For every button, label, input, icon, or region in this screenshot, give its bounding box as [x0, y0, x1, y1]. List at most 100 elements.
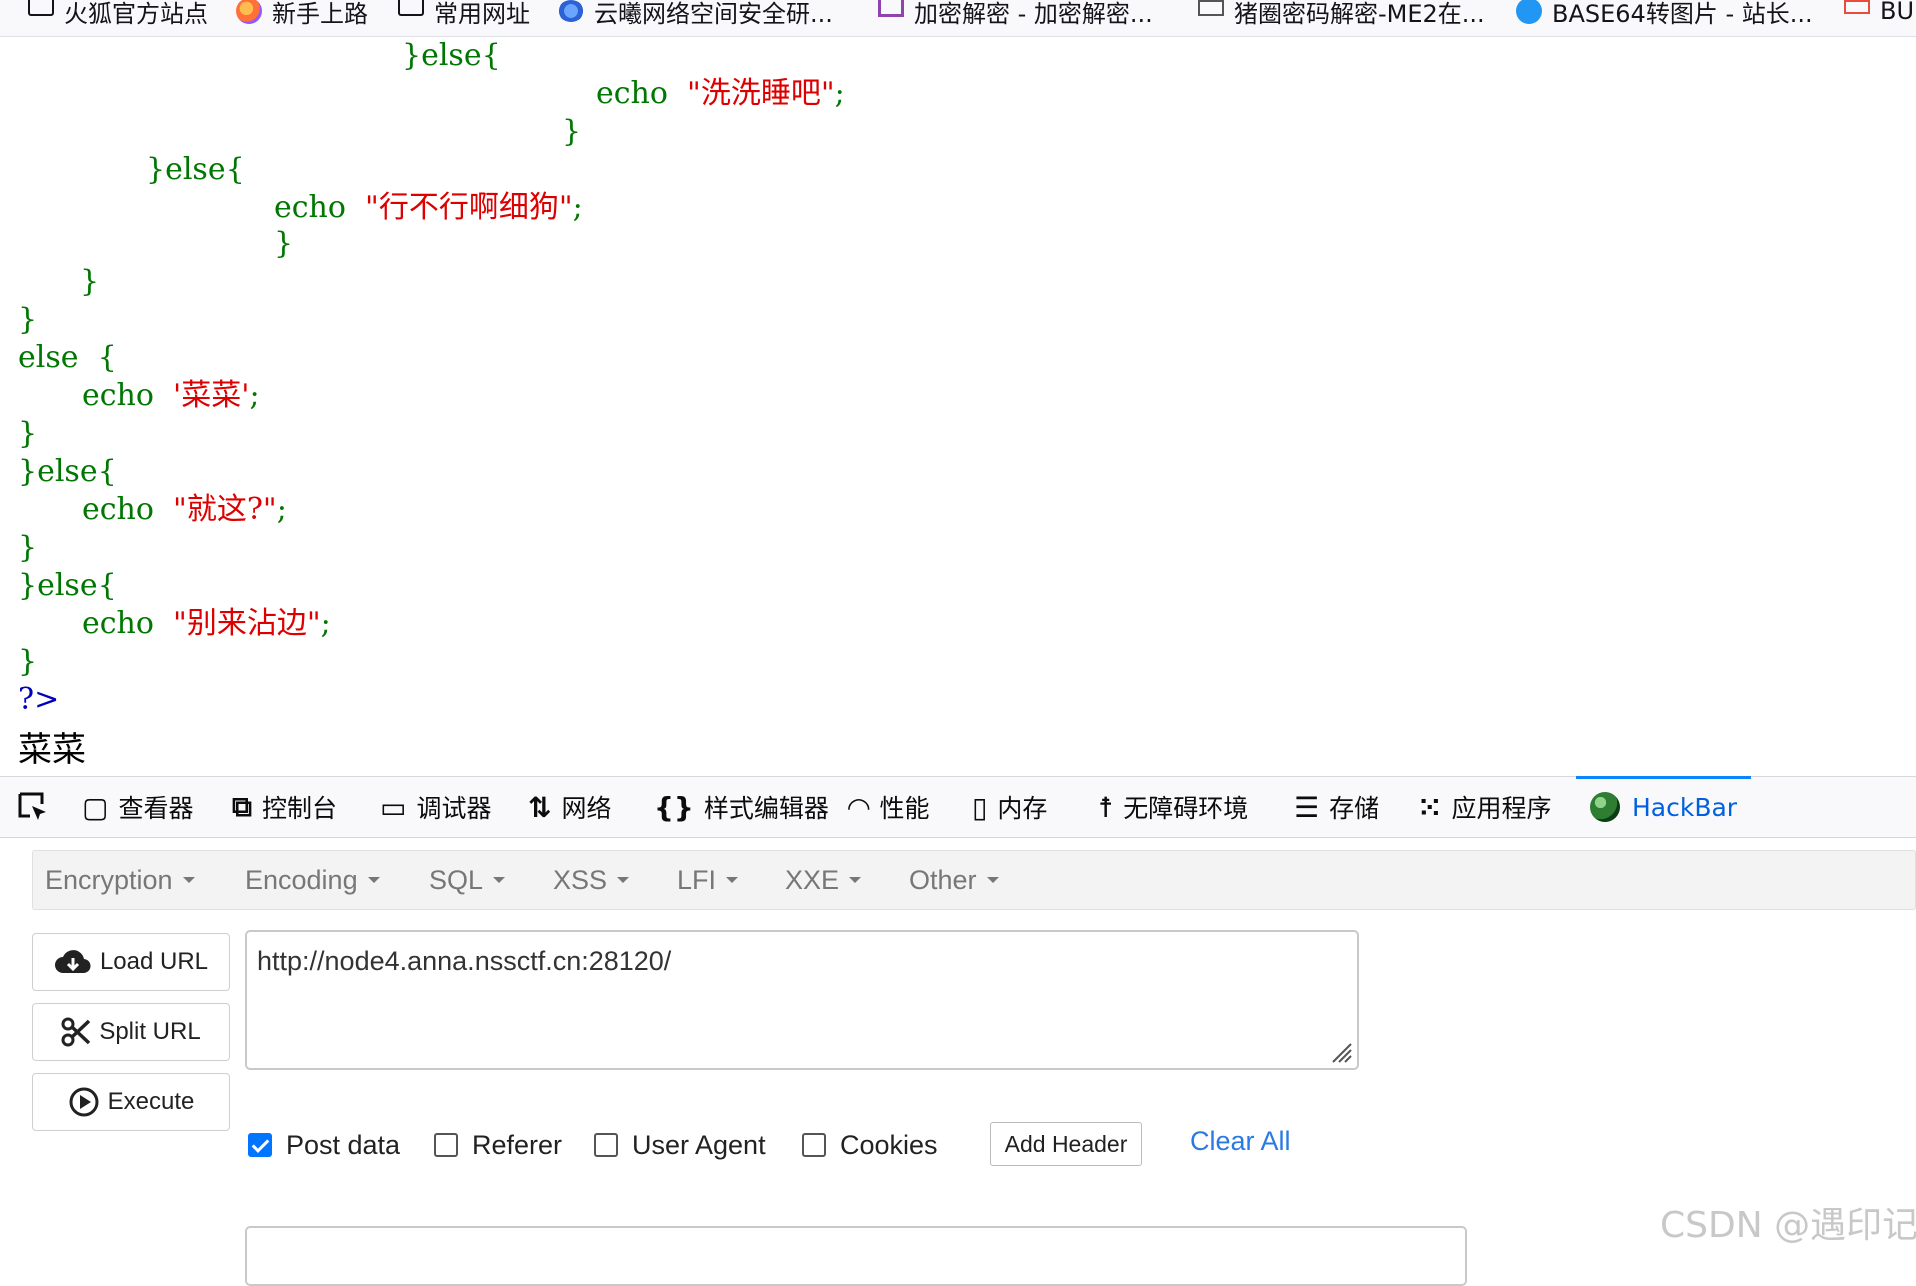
storage-icon: ☰ — [1294, 790, 1320, 824]
post-data-option[interactable]: Post data — [248, 1128, 400, 1162]
bookmark-label: 火狐官方站点 — [64, 0, 208, 28]
menu-label: XXE — [785, 864, 840, 895]
tab-network[interactable]: ⇅ 网络 — [528, 777, 611, 837]
button-label: Split URL — [99, 1018, 201, 1045]
bookmark-item[interactable]: 火狐官方站点 — [28, 0, 208, 28]
url-input[interactable]: http://node4.anna.nssctf.cn:28120/ — [245, 930, 1359, 1070]
bookmark-item[interactable]: 常用网址 — [398, 0, 530, 28]
referer-checkbox[interactable] — [434, 1133, 458, 1157]
bookmark-item[interactable]: 加密解密 - 加密解密... — [878, 0, 1153, 28]
code-line: } — [562, 114, 582, 149]
user-agent-option[interactable]: User Agent — [594, 1128, 766, 1162]
tab-accessibility[interactable]: ☨ 无障碍环境 — [1098, 777, 1248, 837]
menu-other[interactable]: Other — [909, 851, 999, 909]
menu-label: LFI — [677, 864, 717, 895]
code-line: echo "别来沾边"; — [82, 606, 331, 641]
bookmark-label: 加密解密 - 加密解密... — [914, 0, 1153, 28]
tab-storage[interactable]: ☰ 存储 — [1294, 777, 1379, 837]
cloud-logo-icon — [558, 0, 584, 22]
code-line: } — [18, 530, 38, 565]
tab-inspector[interactable]: ▢ 查看器 — [82, 777, 193, 837]
mail-icon — [1198, 0, 1224, 16]
style-editor-icon: {} — [654, 790, 694, 824]
execute-button[interactable]: Execute — [32, 1073, 230, 1131]
bookmark-item[interactable]: 猪圈密码解密-ME2在... — [1198, 0, 1485, 28]
tab-label: 无障碍环境 — [1123, 794, 1249, 823]
url-value: http://node4.anna.nssctf.cn:28120/ — [257, 946, 672, 976]
php-close-tag: ?> — [18, 682, 60, 717]
folder-icon — [28, 0, 54, 16]
user-agent-checkbox[interactable] — [594, 1133, 618, 1157]
tab-label: 调试器 — [416, 794, 492, 823]
code-line: } — [18, 302, 38, 337]
button-label: Load URL — [99, 948, 209, 975]
tab-label: 查看器 — [118, 794, 194, 823]
application-icon: ⁙ — [1418, 790, 1442, 824]
hackbar-menu: Encryption Encoding SQL XSS LFI XXE Othe… — [32, 850, 1916, 910]
tab-label: 控制台 — [262, 794, 338, 823]
tab-label: 存储 — [1329, 794, 1380, 823]
menu-xss[interactable]: XSS — [553, 851, 630, 909]
page-output-text: 菜菜 — [18, 730, 86, 770]
code-line: echo "洗洗睡吧"; — [596, 76, 845, 111]
load-url-button[interactable]: Load URL — [32, 933, 230, 991]
caret-down-icon — [986, 877, 999, 883]
element-picker-icon — [18, 792, 46, 820]
code-line: }else{ — [18, 454, 117, 489]
debugger-icon: ▭ — [380, 790, 407, 824]
bolt-icon — [1516, 0, 1542, 24]
bookmark-item[interactable]: 云曦网络空间安全研... — [558, 0, 833, 28]
option-label: User Agent — [632, 1129, 766, 1160]
bookmark-label: 新手上路 — [272, 0, 368, 28]
tab-hackbar[interactable]: HackBar — [1575, 776, 1752, 837]
caret-down-icon — [726, 877, 739, 883]
menu-xxe[interactable]: XXE — [785, 851, 862, 909]
hackbar-icon — [1590, 792, 1620, 822]
tab-application[interactable]: ⁙ 应用程序 — [1418, 777, 1551, 837]
red-site-icon — [1844, 0, 1870, 14]
split-url-button[interactable]: Split URL — [32, 1003, 230, 1061]
tab-label: 样式编辑器 — [703, 794, 829, 823]
tab-label: 内存 — [997, 794, 1048, 823]
bookmark-label: 云曦网络空间安全研... — [594, 0, 833, 28]
tab-label: 应用程序 — [1451, 794, 1552, 823]
caret-down-icon — [849, 877, 862, 883]
menu-label: Encoding — [245, 864, 358, 895]
button-label: Execute — [107, 1088, 195, 1115]
clear-all-link[interactable]: Clear All — [1190, 1126, 1291, 1157]
tab-memory[interactable]: ▯ 内存 — [972, 777, 1047, 837]
menu-encoding[interactable]: Encoding — [245, 851, 380, 909]
bookmark-label: 猪圈密码解密-ME2在... — [1234, 0, 1485, 28]
inspector-icon: ▢ — [82, 790, 109, 824]
cookies-option[interactable]: Cookies — [802, 1128, 938, 1162]
option-label: Cookies — [840, 1129, 938, 1160]
code-line: echo '菜菜'; — [82, 378, 260, 413]
tab-performance[interactable]: ◠ 性能 — [848, 777, 930, 837]
bookmarks-toolbar: 火狐官方站点 新手上路 常用网址 云曦网络空间安全研... 加密解密 - 加密解… — [0, 0, 1916, 37]
bookmark-label: 常用网址 — [434, 0, 530, 28]
menu-lfi[interactable]: LFI — [677, 851, 739, 909]
option-label: Post data — [286, 1129, 401, 1160]
post-data-checkbox[interactable] — [248, 1133, 272, 1157]
bookmark-item[interactable]: 新手上路 — [236, 0, 368, 28]
caret-down-icon — [617, 877, 630, 883]
cookies-checkbox[interactable] — [802, 1133, 826, 1157]
tab-style-editor[interactable]: {} 样式编辑器 — [654, 777, 829, 837]
menu-encryption[interactable]: Encryption — [45, 851, 195, 909]
bookmark-item[interactable]: BU — [1844, 0, 1914, 25]
devtools-toolbar: ▢ 查看器 ⧉ 控制台 ▭ 调试器 ⇅ 网络 {} 样式编辑器 ◠ 性能 ▯ 内… — [0, 776, 1916, 838]
element-picker-button[interactable] — [16, 777, 50, 837]
scissors-icon — [61, 1017, 91, 1047]
accessibility-icon: ☨ — [1098, 790, 1114, 824]
bookmark-item[interactable]: BASE64转图片 - 站长... — [1516, 0, 1813, 28]
referer-option[interactable]: Referer — [434, 1128, 562, 1162]
network-icon: ⇅ — [528, 790, 552, 824]
tab-debugger[interactable]: ▭ 调试器 — [380, 777, 491, 837]
post-data-input[interactable] — [245, 1226, 1467, 1286]
tab-console[interactable]: ⧉ 控制台 — [232, 777, 337, 837]
add-header-button[interactable]: Add Header — [990, 1122, 1142, 1166]
menu-label: Encryption — [45, 864, 173, 895]
resize-grip-icon[interactable] — [1327, 1038, 1353, 1064]
purple-site-icon — [878, 0, 904, 17]
menu-sql[interactable]: SQL — [429, 851, 506, 909]
